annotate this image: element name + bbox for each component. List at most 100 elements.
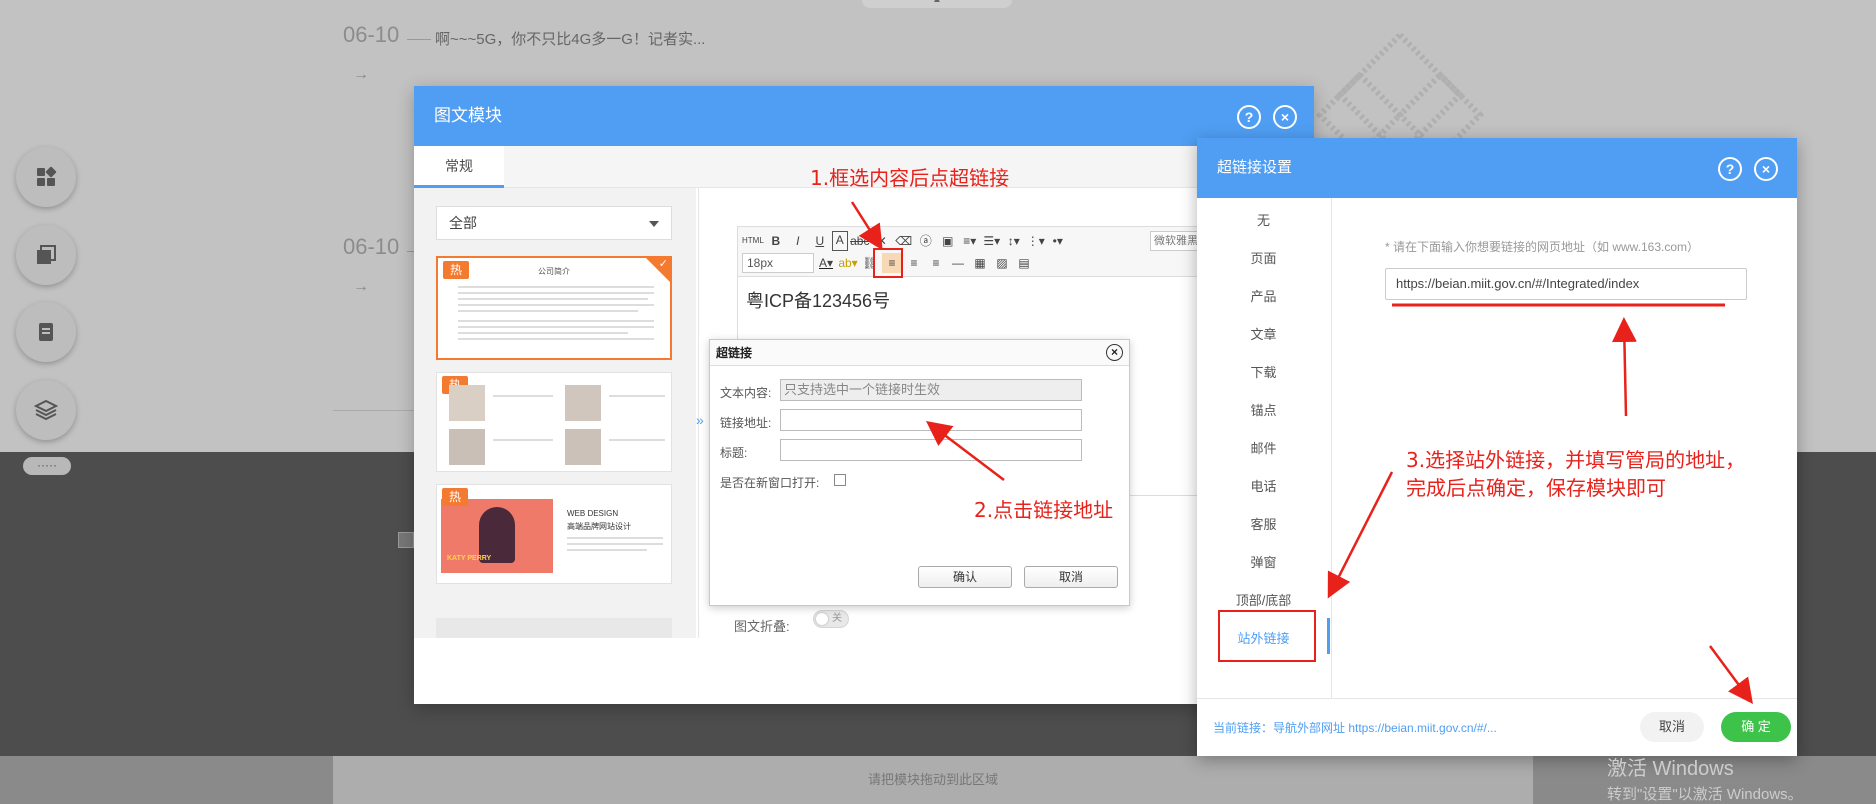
template-panel: 全部 热 ✓ 公司简介 热: [414, 188, 696, 638]
link-type-download[interactable]: 下载: [1197, 362, 1330, 381]
paragraph-dropdown-icon[interactable]: ☰▾: [982, 231, 1002, 251]
tab-general[interactable]: 常规: [414, 146, 504, 188]
link-type-none[interactable]: 无: [1197, 210, 1330, 229]
layers-button[interactable]: [16, 380, 76, 440]
bold-icon[interactable]: B: [766, 231, 786, 251]
preview-text-line: [609, 439, 665, 441]
text-content-input[interactable]: 只支持选中一个链接时生效: [780, 379, 1082, 401]
link-type-service[interactable]: 客服: [1197, 514, 1330, 533]
template-preview-image: KATY PERRY: [441, 499, 553, 573]
preview-text-line: [567, 543, 663, 545]
link-type-product[interactable]: 产品: [1197, 286, 1330, 305]
hyperlink-panel-header: 超链接设置 ? ×: [1197, 138, 1797, 198]
align-dropdown-icon[interactable]: ≡▾: [960, 231, 980, 251]
modules-button[interactable]: [16, 147, 76, 207]
fold-toggle[interactable]: 关: [813, 610, 849, 628]
windows-activation-watermark: 激活 Windows 转到"设置"以激活 Windows。: [1607, 752, 1803, 804]
font-border-icon[interactable]: A: [831, 231, 848, 251]
template-preview-title: 公司简介: [538, 267, 570, 276]
link-type-phone[interactable]: 电话: [1197, 476, 1330, 495]
template-preview-subheading: 高端品牌网站设计: [567, 522, 631, 531]
arrow-right-icon[interactable]: →: [353, 278, 369, 296]
line-height-icon[interactable]: ↕▾: [1004, 231, 1024, 251]
link-type-article[interactable]: 文章: [1197, 324, 1330, 343]
external-url-input[interactable]: https://beian.miit.gov.cn/#/Integrated/i…: [1385, 268, 1747, 300]
new-window-checkbox[interactable]: [834, 474, 846, 486]
align-right-icon[interactable]: ≡: [926, 253, 946, 273]
link-type-popup[interactable]: 弹窗: [1197, 552, 1330, 571]
arrow-right-icon[interactable]: →: [353, 66, 369, 84]
close-icon[interactable]: ×: [1106, 344, 1123, 361]
template-icon[interactable]: ▤: [1014, 253, 1034, 273]
italic-icon[interactable]: I: [788, 231, 808, 251]
avatar: [449, 385, 485, 421]
align-center-icon[interactable]: ≡: [904, 253, 924, 273]
cancel-button[interactable]: 取消: [1640, 712, 1704, 742]
editor-content[interactable]: 粤ICP备123456号: [746, 287, 890, 313]
horizontal-rule-icon[interactable]: —: [948, 253, 968, 273]
preview-text-line: [458, 298, 648, 300]
toolbar-row: HTML B I U A abc ✕ ⌫ ⓐ ▣ ≡▾ ☰▾ ↕▾ ⋮▾ •▾: [742, 231, 1068, 251]
top-collapse-tab[interactable]: ▲: [862, 0, 1012, 8]
news-title[interactable]: 啊~~~5G，你不只比4G多一G！记者实...: [435, 28, 705, 49]
link-type-page[interactable]: 页面: [1197, 248, 1330, 267]
avatar: [565, 429, 601, 465]
ok-button[interactable]: 确 定: [1721, 712, 1791, 742]
page-button[interactable]: [16, 302, 76, 362]
news-date: 06-10: [343, 22, 400, 47]
font-size-select[interactable]: 18px: [742, 253, 814, 273]
font-color-icon[interactable]: A▾: [816, 253, 836, 273]
url-input[interactable]: [780, 409, 1082, 431]
hot-badge: 热: [442, 488, 468, 506]
template-card[interactable]: 热 ✓ 公司简介: [436, 256, 672, 360]
help-icon[interactable]: ?: [1718, 157, 1742, 181]
current-link: 当前链接：导航外部网址 https://beian.miit.gov.cn/#/…: [1213, 721, 1497, 735]
new-window-label: 是否在新窗口打开:: [720, 476, 820, 490]
url-hint: * 请在下面输入你想要链接的网页地址（如 www.163.com）: [1385, 240, 1700, 254]
link-type-anchor[interactable]: 锚点: [1197, 400, 1330, 419]
highlight-icon[interactable]: ab▾: [838, 253, 858, 273]
link-type-email[interactable]: 邮件: [1197, 438, 1330, 457]
more-handle[interactable]: ·····: [23, 457, 71, 475]
confirm-button[interactable]: 确认: [918, 566, 1012, 588]
template-card[interactable]: [436, 618, 672, 638]
anchor-icon[interactable]: ⓐ: [916, 231, 936, 251]
hyperlink-panel-title: 超链接设置: [1217, 159, 1293, 176]
title-input[interactable]: [780, 439, 1082, 461]
preview-text-line: [493, 395, 553, 397]
category-select-value: 全部: [449, 215, 477, 231]
close-icon[interactable]: ×: [1273, 105, 1297, 129]
category-select[interactable]: 全部: [436, 206, 672, 240]
template-card[interactable]: KATY PERRY 热 WEB DESIGN 高端品牌网站设计: [436, 484, 672, 584]
news-item[interactable]: 06-10 啊~~~5G，你不只比4G多一G！记者实...: [343, 22, 705, 48]
cancel-button[interactable]: 取消: [1024, 566, 1118, 588]
copy-button[interactable]: [16, 225, 76, 285]
avatar: [449, 429, 485, 465]
preview-text-line: [458, 292, 654, 294]
preview-text-line: [458, 304, 654, 306]
image-icon[interactable]: ▨: [992, 253, 1012, 273]
editor-toolbar: HTML B I U A abc ✕ ⌫ ⓐ ▣ ≡▾ ☰▾ ↕▾ ⋮▾ •▾ …: [738, 227, 1216, 277]
annotation-step-1: 1.框选内容后点超链接: [810, 166, 1010, 190]
link-type-top-bottom[interactable]: 顶部/底部: [1197, 590, 1330, 609]
drop-zone[interactable]: 请把模块拖动到此区域: [333, 756, 1533, 804]
annotation-step-3-line-1: 3.选择站外链接，并填写管局的地址，: [1406, 448, 1746, 472]
template-card[interactable]: 热: [436, 372, 672, 472]
preview-text-line: [493, 439, 553, 441]
close-icon[interactable]: ×: [1754, 157, 1778, 181]
table-icon[interactable]: ▦: [970, 253, 990, 273]
preview-text-line: [567, 537, 663, 539]
html-icon[interactable]: HTML: [742, 231, 764, 251]
paste-icon[interactable]: ▣: [938, 231, 958, 251]
strikethrough-icon[interactable]: abc: [850, 231, 870, 251]
collapse-arrow-icon[interactable]: »: [696, 412, 704, 428]
watermark-line-1: 激活 Windows: [1607, 758, 1734, 780]
underline-icon[interactable]: U: [810, 231, 830, 251]
template-preview-heading: WEB DESIGN: [567, 509, 619, 518]
news-item[interactable]: 06-10: [343, 234, 431, 260]
help-icon[interactable]: ?: [1237, 105, 1261, 129]
unordered-list-icon[interactable]: •▾: [1048, 231, 1068, 251]
layers-icon: [34, 399, 58, 421]
ordered-list-icon[interactable]: ⋮▾: [1026, 231, 1046, 251]
url-label: 链接地址:: [720, 416, 772, 430]
